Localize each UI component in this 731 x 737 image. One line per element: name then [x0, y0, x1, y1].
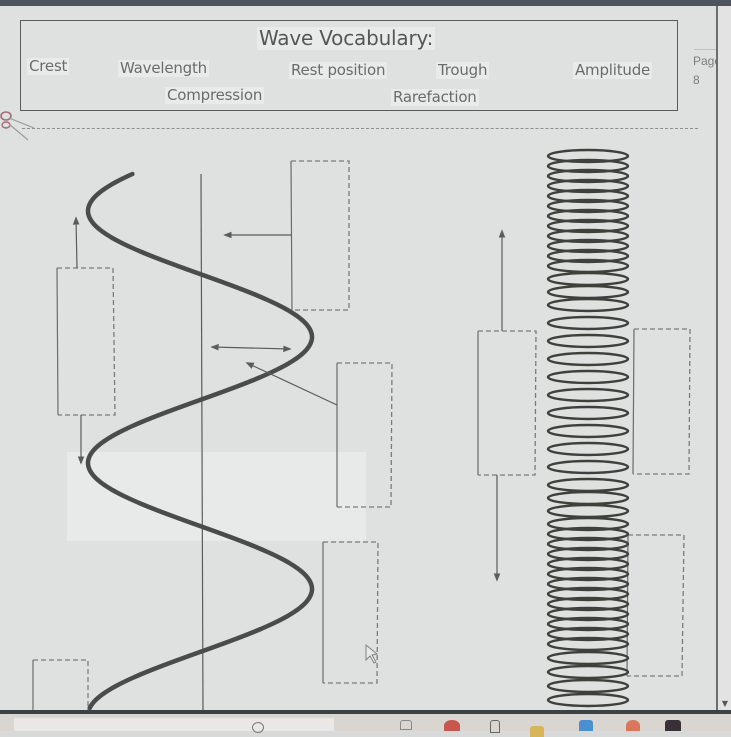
spring-coil-loop [546, 664, 630, 680]
spring-coil-loop [546, 490, 630, 506]
highlight-overlay [67, 452, 366, 541]
taskbar [0, 714, 731, 737]
spring-coil-loop [546, 351, 630, 367]
mail-icon[interactable] [579, 720, 593, 731]
spring-coil-loop [546, 405, 630, 421]
search-icon[interactable] [252, 722, 264, 733]
chrome-icon[interactable] [444, 720, 460, 731]
taskbar-search-box[interactable] [14, 718, 334, 731]
vertical-scrollbar[interactable]: ▼ [716, 6, 731, 712]
answer-box-rarefaction[interactable] [626, 534, 685, 677]
spring-coil-loop [546, 692, 630, 708]
answer-box-trough[interactable] [322, 541, 379, 684]
answer-box-compression[interactable] [632, 328, 691, 475]
spring-coil-loop [546, 315, 630, 331]
amplitude-arrow [210, 343, 292, 353]
answer-box-rest-position[interactable] [32, 659, 89, 710]
rest-position-line [200, 173, 204, 711]
transverse-wave [85, 171, 315, 711]
spring-coil-loop [546, 369, 630, 385]
spring-coil-loop [546, 423, 630, 439]
answer-box-wavelength[interactable] [56, 267, 116, 416]
spring-coil-loop [546, 387, 630, 403]
wavelength-arrow-up [72, 216, 80, 269]
app-red-icon[interactable] [626, 720, 640, 731]
spring-coil-loop [546, 271, 630, 287]
mouse-cursor-icon [365, 644, 379, 664]
answer-box-longitudinal-wavelength[interactable] [477, 330, 537, 476]
spring-coil-loop [546, 678, 630, 694]
spring-coil-loop [546, 503, 630, 519]
spring-coil-loop [546, 297, 630, 313]
scroll-down-arrow-icon[interactable]: ▼ [719, 698, 731, 710]
task-view-icon[interactable] [400, 720, 412, 730]
spring-coil-loop [546, 459, 630, 475]
spring-coil-loop [546, 284, 630, 300]
file-explorer-icon[interactable] [530, 726, 544, 737]
spring-coil-loop [546, 333, 630, 349]
app-dark-icon[interactable] [665, 720, 681, 731]
answer-box-crest[interactable] [290, 160, 350, 311]
amplitude-pointer-arrow [245, 362, 338, 406]
spring-coil-loop [546, 650, 630, 666]
wave-diagram [32, 148, 691, 711]
spring-coil-loop [546, 477, 630, 493]
spring-coil-loop [546, 441, 630, 457]
longitudinal-spring [546, 148, 630, 708]
tablet-icon[interactable] [490, 720, 500, 733]
